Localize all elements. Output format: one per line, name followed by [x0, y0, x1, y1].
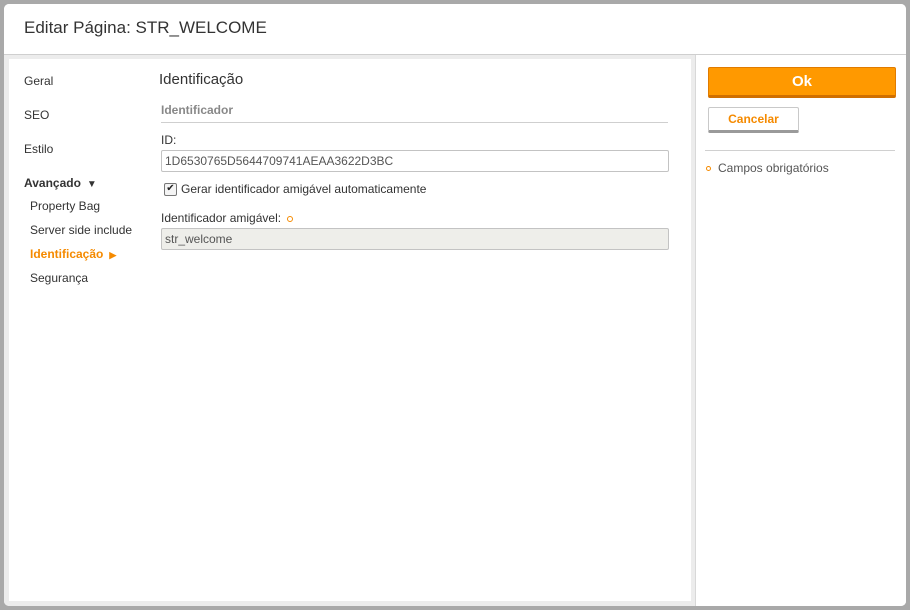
- nav-item-label: Server side include: [30, 223, 133, 237]
- cancel-button[interactable]: Cancelar: [708, 107, 799, 133]
- nav-subitem-property-bag[interactable]: Property Bag: [30, 199, 100, 213]
- id-label: ID:: [161, 133, 177, 147]
- actions-panel: Ok Cancelar Campos obrigatórios: [695, 55, 906, 606]
- auto-identifier-option[interactable]: ✔ Gerar identificador amigável automatic…: [164, 182, 426, 196]
- friendly-id-field[interactable]: str_welcome: [161, 228, 669, 250]
- auto-identifier-checkbox[interactable]: ✔: [164, 182, 177, 196]
- main-panel: Geral SEO Estilo Avançado ▼ Property Bag …: [9, 59, 691, 601]
- nav-item-seo[interactable]: SEO: [24, 108, 49, 122]
- required-fields-note-text: Campos obrigatórios: [718, 161, 829, 175]
- nav-item-estilo[interactable]: Estilo: [24, 142, 53, 156]
- nav-item-label: Segurança: [30, 271, 89, 285]
- group-title: Identificador: [161, 103, 234, 117]
- section-title: Identificação: [159, 71, 244, 88]
- friendly-id-label: Identificador amigável:: [161, 211, 294, 225]
- nav-item-label: Estilo: [24, 142, 54, 156]
- chevron-down-icon: ▼: [86, 179, 97, 190]
- required-icon: [706, 165, 711, 171]
- group-divider: [161, 122, 668, 123]
- friendly-id-label-text: Identificador amigável:: [161, 211, 282, 225]
- checkmark-icon: ✔: [166, 183, 175, 194]
- required-icon: [287, 215, 294, 222]
- chevron-right-icon: ▶: [109, 250, 117, 260]
- auto-identifier-label: Gerar identificador amigável automaticam…: [181, 182, 427, 196]
- nav-item-label: Avançado: [24, 176, 81, 190]
- nav-subitem-identificacao[interactable]: Identificação ▶: [30, 247, 116, 261]
- nav-item-geral[interactable]: Geral: [24, 74, 53, 88]
- nav-subitem-seguranca[interactable]: Segurança: [30, 271, 88, 285]
- nav-item-label: SEO: [24, 108, 50, 122]
- nav-item-label: Identificação: [30, 247, 104, 261]
- dialog-body: Geral SEO Estilo Avançado ▼ Property Bag …: [4, 55, 906, 606]
- nav-item-label: Property Bag: [30, 199, 101, 213]
- actions-divider: [705, 150, 895, 151]
- ok-button[interactable]: Ok: [708, 67, 896, 98]
- id-field[interactable]: 1D6530765D5644709741AEAA3622D3BC: [161, 150, 669, 172]
- edit-page-dialog: Editar Página: STR_WELCOME Geral SEO Est…: [4, 4, 906, 606]
- dialog-header: Editar Página: STR_WELCOME: [4, 4, 906, 55]
- required-fields-note: Campos obrigatórios: [706, 161, 829, 175]
- nav-subitem-server-side-include[interactable]: Server side include: [30, 223, 132, 237]
- nav-item-label: Geral: [24, 74, 54, 88]
- dialog-title: Editar Página: STR_WELCOME: [24, 18, 267, 37]
- nav-item-avancado[interactable]: Avançado ▼: [24, 176, 97, 190]
